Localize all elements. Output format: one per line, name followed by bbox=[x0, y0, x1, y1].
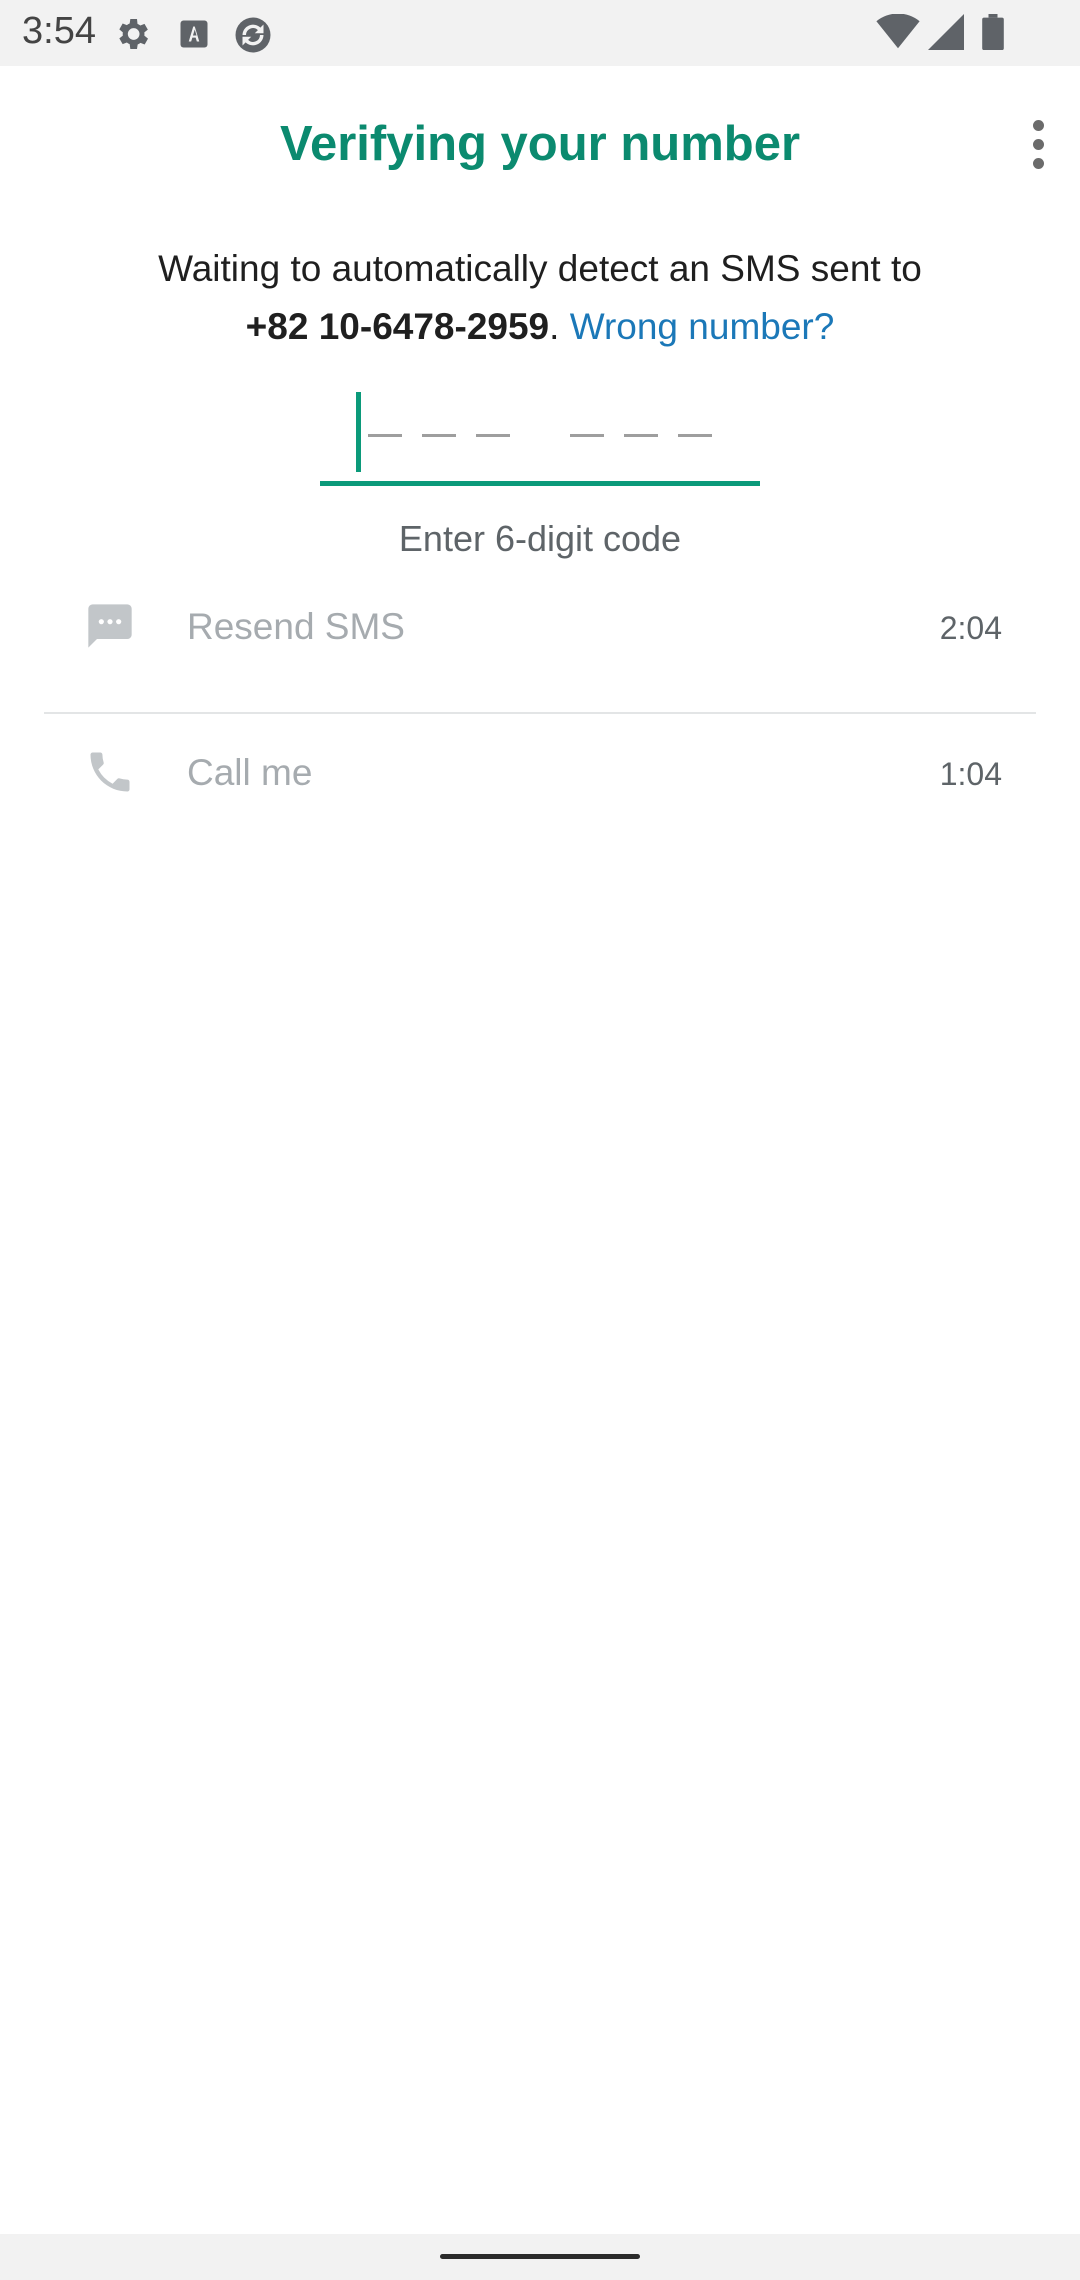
call-me-label: Call me bbox=[187, 752, 313, 793]
signal-icon bbox=[928, 14, 964, 54]
code-underline bbox=[320, 481, 760, 486]
resend-sms-timer: 2:04 bbox=[939, 610, 1002, 646]
call-me-button[interactable]: Call me 1:04 bbox=[44, 726, 1036, 836]
sync-icon bbox=[232, 14, 274, 60]
gear-icon bbox=[112, 14, 152, 58]
phone-icon bbox=[84, 746, 136, 802]
text-cursor bbox=[356, 392, 361, 472]
status-time: 3:54 bbox=[22, 10, 96, 52]
code-digit-5 bbox=[624, 434, 658, 437]
app-bar: Verifying your number bbox=[0, 66, 1080, 226]
more-options-button[interactable] bbox=[1018, 116, 1058, 176]
code-digit-1 bbox=[368, 434, 402, 437]
navigation-bar bbox=[0, 2234, 1080, 2280]
home-handle[interactable] bbox=[440, 2254, 640, 2259]
code-hint: Enter 6-digit code bbox=[398, 518, 682, 559]
code-digit-6 bbox=[678, 434, 712, 437]
code-digit-3 bbox=[476, 434, 510, 437]
resend-sms-label: Resend SMS bbox=[187, 606, 405, 647]
code-digit-4 bbox=[570, 434, 604, 437]
message-icon bbox=[84, 600, 136, 656]
wrong-number-link[interactable]: Wrong number? bbox=[570, 306, 835, 347]
code-input[interactable] bbox=[320, 388, 760, 486]
battery-icon bbox=[982, 14, 1004, 54]
divider bbox=[44, 712, 1036, 714]
font-a-icon bbox=[176, 14, 212, 58]
page-title: Verifying your number bbox=[279, 117, 801, 171]
separator: . bbox=[549, 306, 560, 347]
phone-number: +82 10-6478-2959 bbox=[245, 306, 550, 347]
resend-sms-button[interactable]: Resend SMS 2:04 bbox=[44, 580, 1036, 690]
wifi-icon bbox=[876, 13, 920, 54]
more-vert-icon bbox=[1032, 120, 1044, 131]
status-bar: 3:54 bbox=[0, 0, 1080, 66]
message-text: Waiting to automatically detect an SMS s… bbox=[158, 248, 922, 289]
verification-message: Waiting to automatically detect an SMS s… bbox=[80, 240, 1000, 356]
code-digit-2 bbox=[422, 434, 456, 437]
call-me-timer: 1:04 bbox=[939, 756, 1002, 792]
